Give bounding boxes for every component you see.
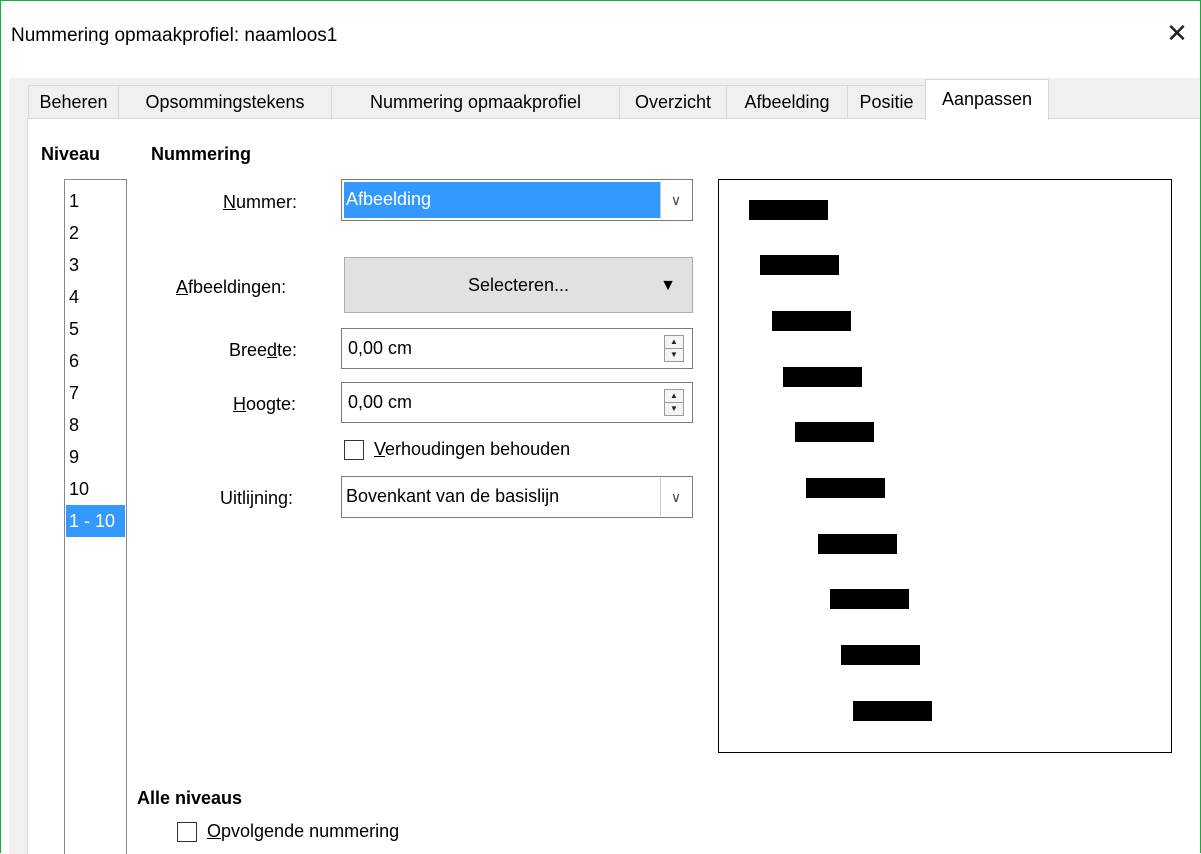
level-heading: Niveau xyxy=(41,144,101,164)
tab-nummering-opmaakprofiel[interactable]: Nummering opmaakprofiel xyxy=(331,85,620,119)
tab-afbeelding[interactable]: Afbeelding xyxy=(726,85,848,119)
caret-down-icon: ▼ xyxy=(660,277,676,294)
number-label: Nummer: xyxy=(223,192,298,212)
level-list[interactable]: 1 2 3 4 5 6 7 8 9 10 1 - 10 xyxy=(64,179,127,854)
number-dropdown-value: Afbeelding xyxy=(344,182,660,218)
level-item-selected[interactable]: 1 - 10 xyxy=(66,505,125,537)
alignment-dropdown[interactable]: Bovenkant van de basislijn ∨ xyxy=(341,476,693,518)
level-item[interactable]: 5 xyxy=(66,313,125,345)
preview-level-bar xyxy=(749,200,828,220)
select-images-button-label: Selecteren... xyxy=(467,275,570,295)
all-levels-heading: Alle niveaus xyxy=(137,788,243,808)
numbering-preview xyxy=(718,179,1172,753)
level-item[interactable]: 6 xyxy=(66,345,125,377)
keep-ratio-label[interactable]: Verhoudingen behouden xyxy=(374,439,570,460)
number-dropdown[interactable]: Afbeelding ∨ xyxy=(341,179,693,221)
chevron-down-icon[interactable]: ∨ xyxy=(660,181,691,219)
preview-level-bar xyxy=(830,589,909,609)
height-spin-buttons[interactable]: ▲ ▼ xyxy=(664,389,684,416)
level-item[interactable]: 9 xyxy=(66,441,125,473)
preview-level-bar xyxy=(818,534,897,554)
preview-level-bar xyxy=(795,422,874,442)
alignment-label: Uitlijning: xyxy=(220,488,294,508)
tab-overzicht[interactable]: Overzicht xyxy=(619,85,727,119)
preview-level-bar xyxy=(841,645,920,665)
tab-positie[interactable]: Positie xyxy=(847,85,926,119)
numbering-heading: Nummering xyxy=(151,144,252,164)
chevron-down-icon[interactable]: ∨ xyxy=(660,478,691,516)
height-value: 0,00 cm xyxy=(348,392,413,412)
dialog-title: Nummering opmaakprofiel: naamloos1 xyxy=(11,25,338,46)
height-label: Hoogte: xyxy=(233,394,297,414)
level-item[interactable]: 3 xyxy=(66,249,125,281)
spin-up-icon[interactable]: ▲ xyxy=(665,390,683,403)
level-item[interactable]: 10 xyxy=(66,473,125,505)
tab-opsommingstekens[interactable]: Opsommingstekens xyxy=(118,85,332,119)
keep-ratio-checkbox[interactable] xyxy=(344,440,364,460)
level-item[interactable]: 4 xyxy=(66,281,125,313)
height-spinbox[interactable]: 0,00 cm ▲ ▼ xyxy=(341,382,693,423)
level-item[interactable]: 1 xyxy=(66,185,125,217)
width-spinbox[interactable]: 0,00 cm ▲ ▼ xyxy=(341,328,693,369)
width-label: Breedte: xyxy=(229,340,298,360)
level-item[interactable]: 7 xyxy=(66,377,125,409)
width-value: 0,00 cm xyxy=(348,338,413,358)
close-icon[interactable]: ✕ xyxy=(1161,17,1193,49)
preview-level-bar xyxy=(783,367,862,387)
spin-up-icon[interactable]: ▲ xyxy=(665,336,683,349)
spin-down-icon[interactable]: ▼ xyxy=(665,349,683,361)
consecutive-numbering-label[interactable]: Opvolgende nummering xyxy=(207,821,399,842)
preview-level-bar xyxy=(772,311,851,331)
preview-level-bar xyxy=(760,255,839,275)
consecutive-numbering-checkbox[interactable] xyxy=(177,822,197,842)
spin-down-icon[interactable]: ▼ xyxy=(665,403,683,415)
tab-aanpassen[interactable]: Aanpassen xyxy=(925,79,1049,120)
width-spin-buttons[interactable]: ▲ ▼ xyxy=(664,335,684,362)
tab-beheren[interactable]: Beheren xyxy=(28,85,119,119)
level-item[interactable]: 2 xyxy=(66,217,125,249)
preview-level-bar xyxy=(806,478,885,498)
images-label: Afbeeldingen: xyxy=(176,277,287,297)
select-images-button[interactable]: Selecteren... ▼ xyxy=(344,257,693,313)
preview-level-bar xyxy=(853,701,932,721)
level-item[interactable]: 8 xyxy=(66,409,125,441)
alignment-dropdown-value: Bovenkant van de basislijn xyxy=(346,486,560,506)
